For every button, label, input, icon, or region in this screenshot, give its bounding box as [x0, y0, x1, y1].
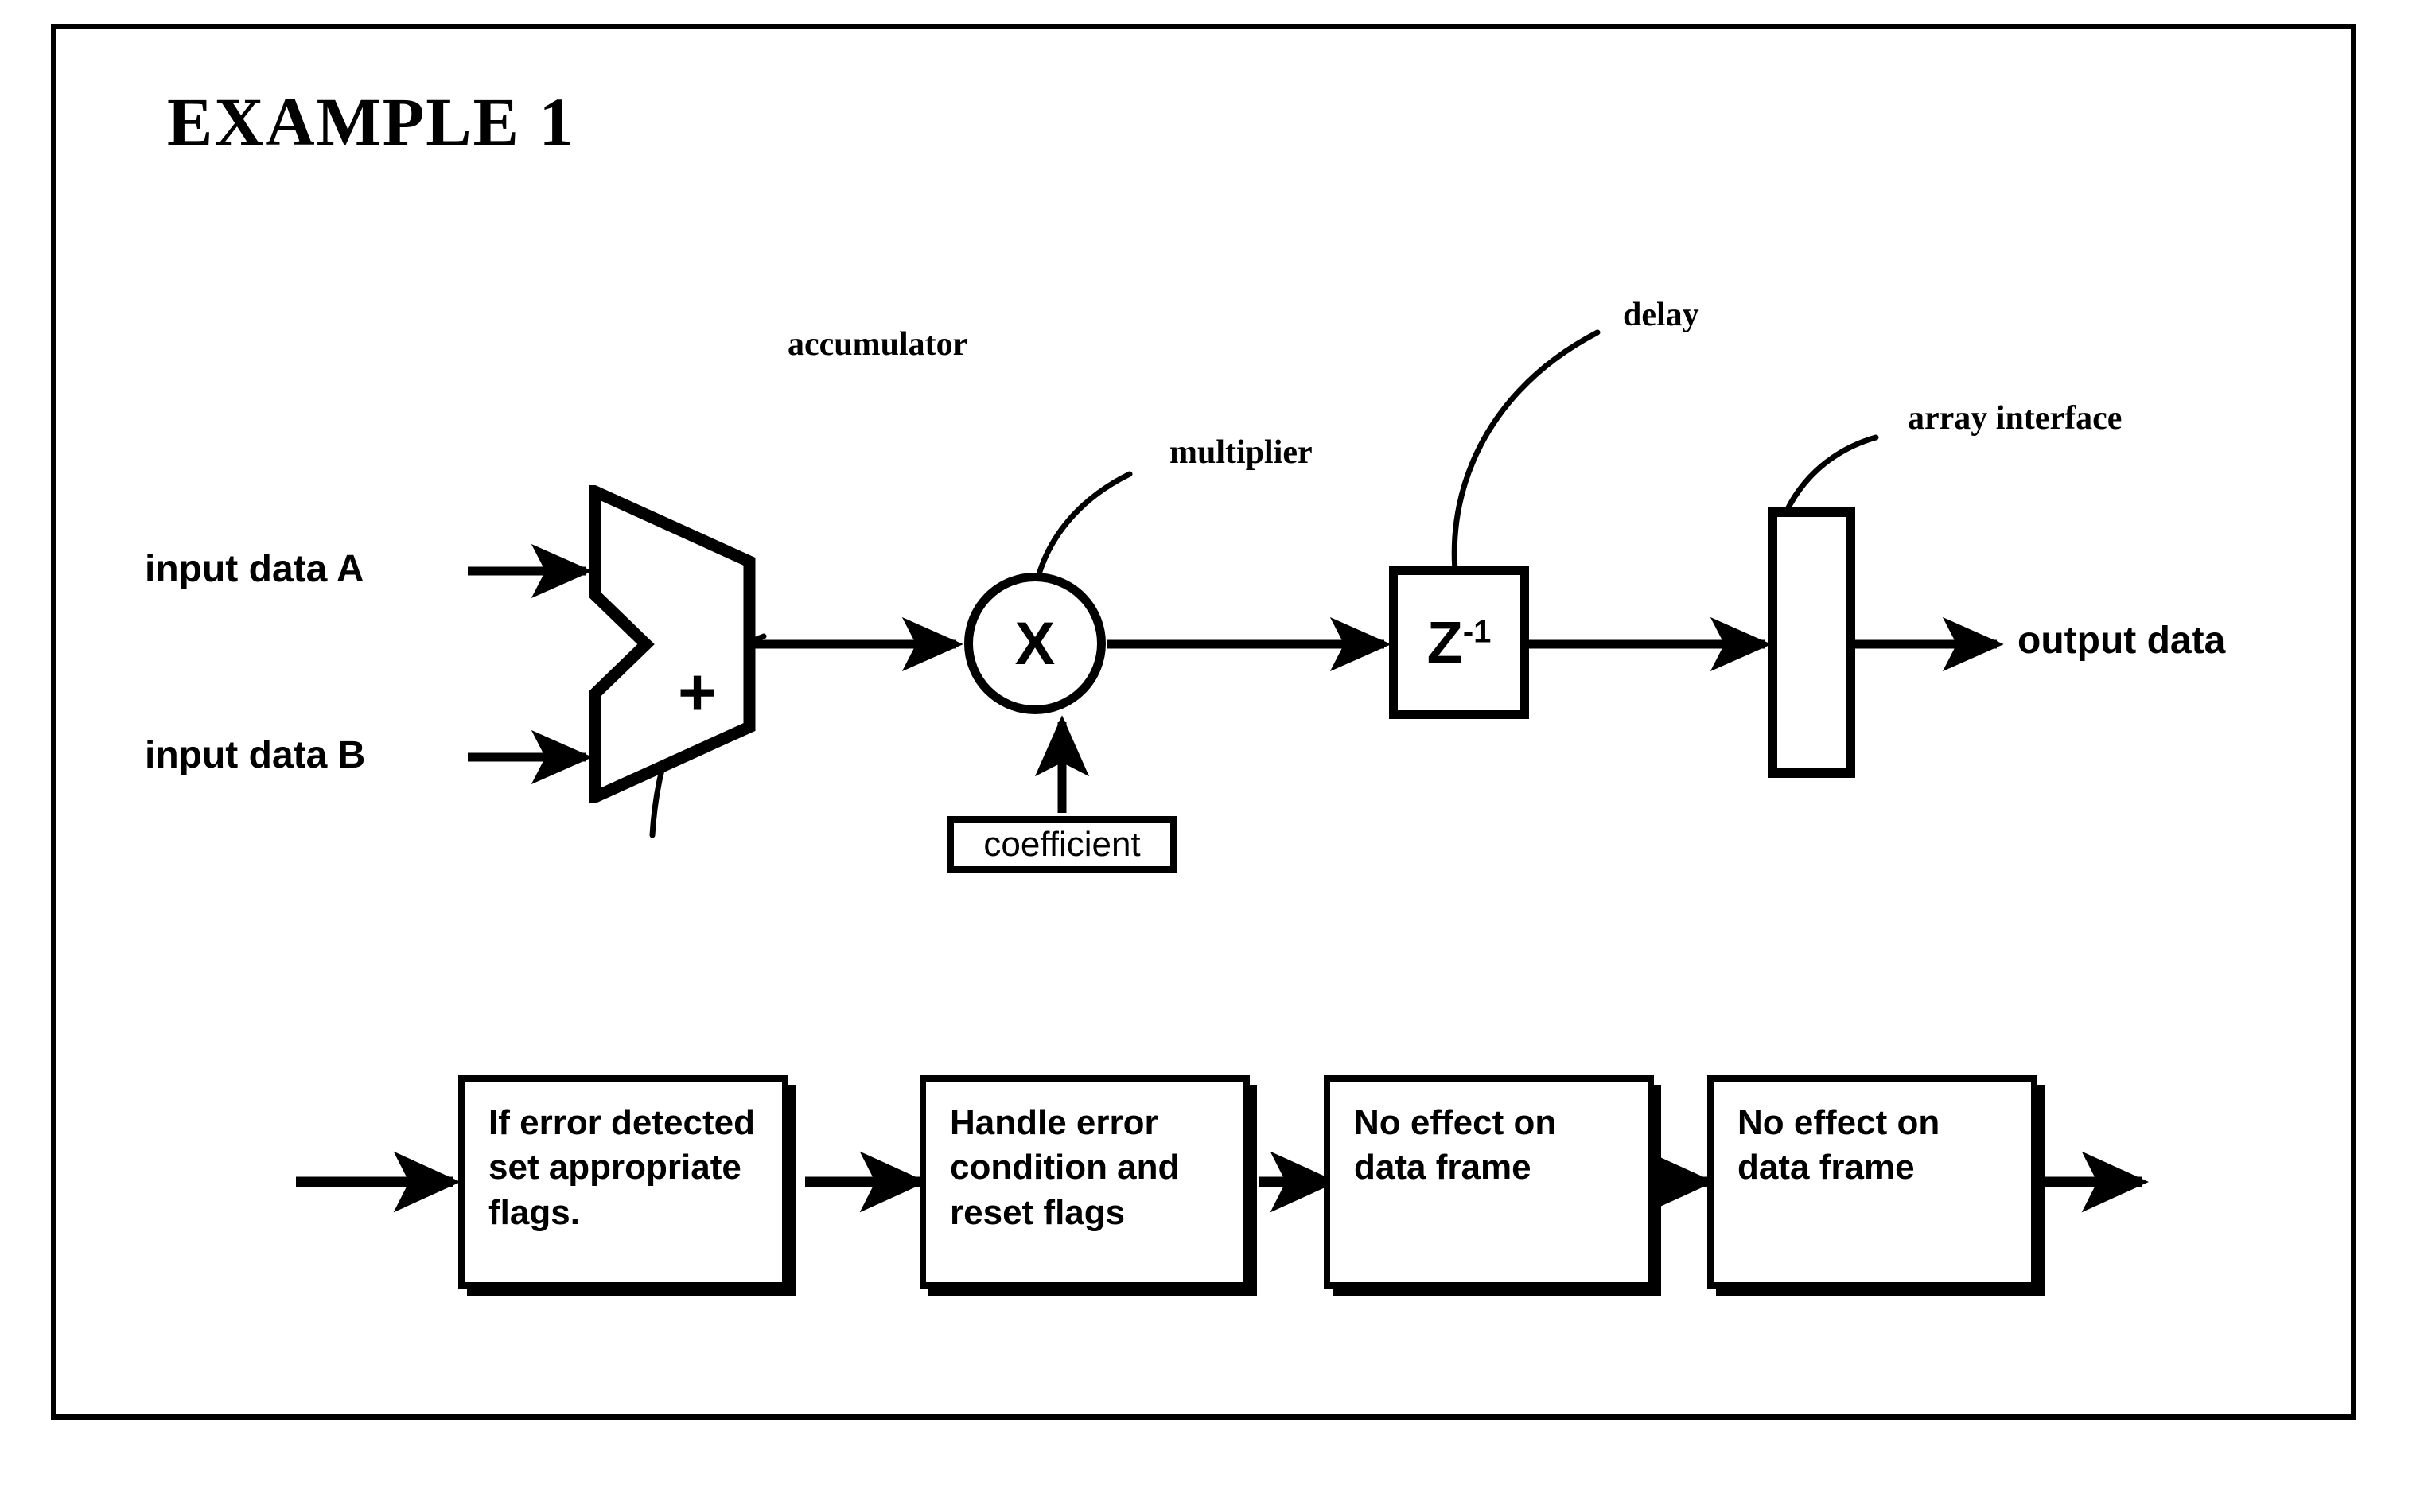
callout-delay: delay — [1623, 297, 1699, 333]
multiplier-x-glyph: X — [1014, 609, 1056, 678]
accumulator-block[interactable]: + — [589, 485, 756, 803]
diagram-canvas: EXAMPLE 1 input data A input data B outp… — [0, 0, 2428, 1512]
delay-z-exponent: -1 — [1462, 614, 1492, 650]
flow-step-2-text: Handle error condition and reset flags — [950, 1103, 1180, 1232]
callout-multiplier: multiplier — [1169, 434, 1313, 471]
flow-step-1[interactable]: If error detected set appropriate flags. — [458, 1075, 788, 1289]
delay-z-glyph: Z-1 — [1427, 613, 1492, 672]
input-data-b-label: input data B — [145, 734, 366, 776]
flow-step-3[interactable]: No effect on data frame — [1324, 1075, 1654, 1289]
coefficient-box[interactable]: coefficient — [947, 816, 1177, 873]
page-title: EXAMPLE 1 — [167, 84, 575, 160]
output-data-label: output data — [2017, 620, 2226, 662]
flow-step-1-text: If error detected set appropriate flags. — [488, 1103, 755, 1232]
multiplier-block[interactable]: X — [964, 573, 1106, 714]
delay-z-base: Z — [1426, 609, 1463, 675]
flow-step-3-text: No effect on data frame — [1354, 1103, 1557, 1187]
callout-accumulator: accumulator — [788, 326, 968, 363]
callout-array-interface: array interface — [1908, 400, 2123, 437]
input-data-a-label: input data A — [145, 548, 364, 590]
adder-plus-glyph: + — [678, 655, 718, 729]
flow-step-4[interactable]: No effect on data frame — [1707, 1075, 2037, 1289]
array-interface-block[interactable] — [1768, 507, 1855, 778]
flow-step-2[interactable]: Handle error condition and reset flags — [920, 1075, 1250, 1289]
flow-step-4-text: No effect on data frame — [1737, 1103, 1940, 1187]
adder-trapezoid-shape — [589, 485, 756, 803]
delay-block[interactable]: Z-1 — [1389, 566, 1529, 719]
